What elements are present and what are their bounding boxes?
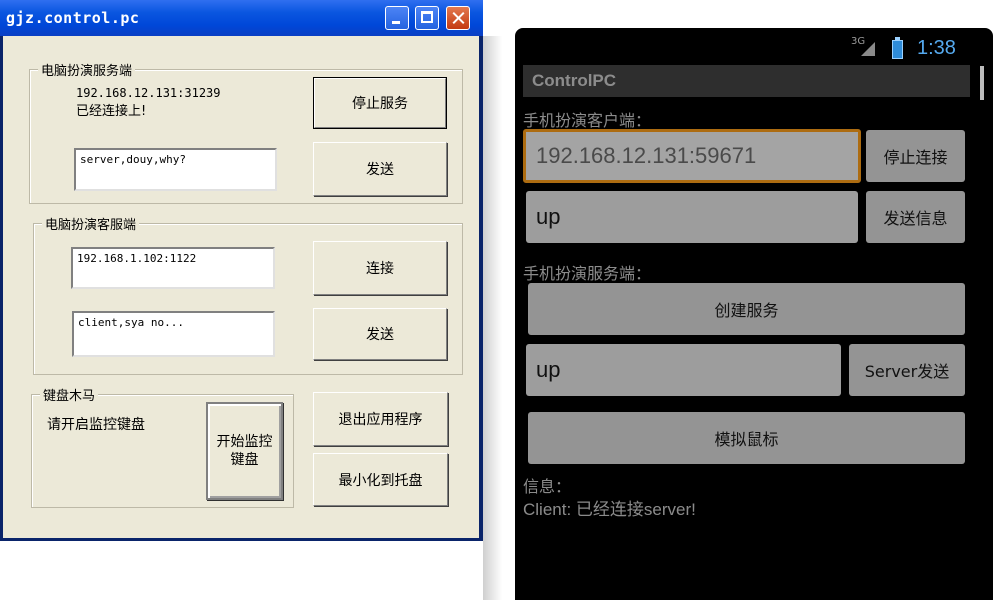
minimize-window-button[interactable] <box>385 6 409 30</box>
app-title: ControlPC <box>532 71 617 90</box>
server-address-text: 192.168.12.131:31239 <box>76 86 221 100</box>
server-section-label: 手机扮演服务端： <box>523 264 652 283</box>
scrollbar[interactable] <box>980 66 984 100</box>
server-send-button[interactable]: 发送 <box>313 142 447 196</box>
window-title: gjz.control.pc <box>6 9 140 27</box>
client-address-field[interactable]: 192.168.12.131:59671 <box>523 129 861 183</box>
keyboard-hint-text: 请开启监控键盘 <box>47 417 145 433</box>
connect-button[interactable]: 连接 <box>313 241 447 295</box>
create-service-button[interactable]: 创建服务 <box>528 283 965 335</box>
android-screen: 3G 1:38 ControlPC 手机扮演客户端： 192.168.12.13… <box>515 28 993 600</box>
maximize-window-button[interactable] <box>415 6 439 30</box>
stop-connect-button[interactable]: 停止连接 <box>866 130 965 182</box>
client-message-input[interactable]: client,sya no... <box>72 311 275 357</box>
server-message-field[interactable]: up <box>526 344 841 396</box>
client-send-button[interactable]: 发送 <box>313 308 447 360</box>
desktop-gap <box>483 0 515 600</box>
app-title-bar: ControlPC <box>523 65 970 97</box>
server-message-input[interactable]: server,douy,why? <box>74 148 277 191</box>
server-group-label: 电脑扮演服务端 <box>38 60 136 79</box>
client-group-label: 电脑扮演客服端 <box>42 214 140 233</box>
start-keyboard-monitor-button[interactable]: 开始监控键盘 <box>206 402 283 500</box>
close-window-button[interactable] <box>446 6 470 30</box>
exit-app-button[interactable]: 退出应用程序 <box>313 392 448 446</box>
client-section-label: 手机扮演客户端： <box>523 111 652 130</box>
send-info-button[interactable]: 发送信息 <box>866 191 965 243</box>
window-client-area: 电脑扮演服务端 192.168.12.131:31239 已经连接上! 停止服务… <box>3 36 479 538</box>
minimize-to-tray-button[interactable]: 最小化到托盘 <box>313 453 448 506</box>
status-bar: 3G 1:38 <box>515 28 993 66</box>
keyboard-group-label: 键盘木马 <box>40 385 99 404</box>
server-send-button[interactable]: Server发送 <box>849 344 965 396</box>
battery-icon <box>892 37 903 59</box>
stop-service-button[interactable]: 停止服务 <box>313 77 447 129</box>
server-status-text: 已经连接上! <box>76 104 147 119</box>
status-clock: 1:38 <box>917 37 956 59</box>
info-label: 信息： <box>523 477 572 496</box>
window-titlebar[interactable]: gjz.control.pc <box>0 0 483 36</box>
simulate-mouse-button[interactable]: 模拟鼠标 <box>528 412 965 464</box>
signal-icon <box>861 42 875 56</box>
client-address-input[interactable]: 192.168.1.102:1122 <box>71 247 275 289</box>
client-message-field[interactable]: up <box>526 191 858 243</box>
pc-app-window: gjz.control.pc 电脑扮演服务端 192.168.12.131:31… <box>0 0 483 541</box>
info-text: Client: 已经连接server! <box>523 500 696 519</box>
